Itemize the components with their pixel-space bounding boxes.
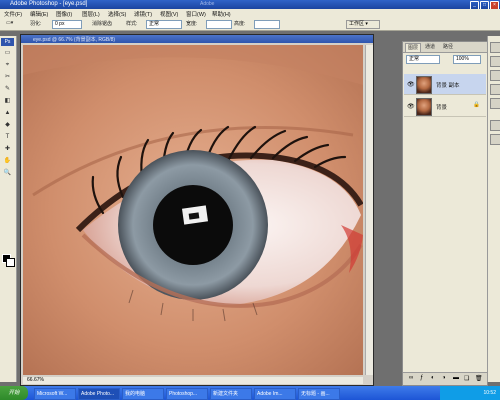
trash-icon[interactable]: 🗑 (475, 375, 483, 382)
blend-mode-select[interactable]: 正常 (406, 55, 440, 64)
eye-photo (23, 45, 363, 375)
marquee-tool-icon[interactable]: ▭▾ (6, 20, 13, 26)
dock-color-icon[interactable] (490, 56, 500, 67)
toolbox: Ps ▭ ⌖ ✂ ✎ ◧ ▲ ◆ T ✚ ✋ 🔍 (0, 36, 17, 382)
horizontal-scrollbar[interactable]: 66.67% (23, 377, 363, 384)
eye-icon[interactable]: 👁 (407, 81, 415, 88)
crop-icon[interactable]: ✂ (3, 74, 12, 81)
task-item[interactable]: 新建文件夹 (210, 388, 252, 400)
title-center-text: Adobe (200, 1, 215, 7)
fx-icon[interactable]: ƒ (420, 375, 423, 381)
height-input[interactable] (254, 20, 280, 29)
brush-icon[interactable]: ✎ (3, 86, 12, 93)
lock-icon: 🔒 (473, 102, 480, 108)
tab-channels[interactable]: 通道 (423, 43, 437, 51)
task-item[interactable]: 无标题 - 画... (298, 388, 340, 400)
task-item[interactable]: Microsoft W... (34, 388, 76, 400)
background-color-swatch[interactable] (6, 258, 15, 267)
dock-history-icon[interactable] (490, 84, 500, 95)
mask-icon[interactable]: ◐ (431, 375, 435, 381)
tab-layers[interactable]: 图层 (405, 43, 422, 52)
feather-label: 羽化: (30, 21, 42, 27)
move-icon[interactable]: ⌖ (3, 62, 12, 69)
new-layer-icon[interactable]: ❑ (464, 375, 469, 382)
blur-icon[interactable]: ▲ (3, 110, 12, 117)
options-bar: ▭▾ 羽化: 0 px 消除锯齿 样式: 正常 宽度: 高度: 工作区 ▾ (0, 17, 500, 31)
workspace-button[interactable]: 工作区 ▾ (346, 20, 380, 29)
eye-icon[interactable]: 👁 (407, 103, 415, 110)
vertical-scrollbar[interactable] (365, 45, 373, 375)
layer-thumbnail (416, 98, 432, 116)
dock-swatches-icon[interactable] (490, 70, 500, 81)
eraser-icon[interactable]: ◧ (3, 98, 12, 105)
document-title-bar: eye.psd @ 66.7% (背景副本, RGB/8) (21, 35, 373, 43)
layer-thumbnail (416, 76, 432, 94)
dock-brushes-icon[interactable] (490, 120, 500, 131)
document-window: eye.psd @ 66.7% (背景副本, RGB/8) 66.67% (20, 34, 374, 386)
image-canvas[interactable] (23, 45, 363, 375)
system-tray: 10:52 (440, 386, 500, 400)
dock-navigator-icon[interactable] (490, 42, 500, 53)
style-label: 样式: (126, 21, 138, 27)
document-title: eye.psd @ 66.7% (背景副本, RGB/8) (33, 37, 116, 43)
window-title: Adobe Photoshop - [eye.psd] (10, 1, 88, 7)
feather-input[interactable]: 0 px (52, 20, 82, 29)
layers-footer: ∞ ƒ ◐ ◑ ▬ ❑ 🗑 (403, 372, 487, 385)
task-item[interactable]: Adobe Im... (254, 388, 296, 400)
link-icon[interactable]: ∞ (409, 375, 413, 381)
adjust-icon[interactable]: ◑ (442, 375, 446, 381)
taskbar: 开始 Microsoft W... Adobe Photo... 我的电脑 Ph… (0, 386, 500, 400)
hand-icon[interactable]: ✋ (3, 158, 12, 165)
path-select-icon[interactable]: ✚ (3, 146, 12, 153)
opacity-input[interactable]: 100% (453, 55, 481, 64)
panel-tabs: 图层 通道 路径 (403, 42, 487, 53)
task-item[interactable]: Photoshop... (166, 388, 208, 400)
task-item[interactable]: 我的电脑 (122, 388, 164, 400)
dock-actions-icon[interactable] (490, 98, 500, 109)
zoom-icon[interactable]: 🔍 (3, 170, 12, 177)
height-label: 高度: (234, 21, 246, 27)
task-item[interactable]: Adobe Photo... (78, 388, 120, 400)
folder-icon[interactable]: ▬ (453, 375, 459, 381)
layer-name: 背景 (436, 105, 448, 111)
marquee-icon[interactable]: ▭ (3, 50, 12, 57)
zoom-level: 66.67% (27, 377, 44, 383)
type-icon[interactable]: T (3, 134, 12, 141)
clock: 10:52 (483, 390, 496, 396)
layer-name: 背景 副本 (436, 83, 460, 89)
antialias-checkbox[interactable]: 消除锯齿 (92, 20, 112, 27)
title-bar: Adobe Photoshop - [eye.psd] Adobe _ □ × (0, 0, 500, 10)
tab-paths[interactable]: 路径 (441, 43, 455, 51)
width-label: 宽度: (186, 21, 198, 27)
layers-panel: 图层 通道 路径 正常 100% 👁 背景 副本 👁 背景 🔒 ∞ ƒ ◐ ◑ … (402, 41, 488, 386)
layer-row-background-copy[interactable]: 👁 背景 副本 (404, 74, 486, 95)
dock-character-icon[interactable] (490, 134, 500, 145)
width-input[interactable] (206, 20, 232, 29)
panel-dock (487, 36, 500, 382)
layer-row-background[interactable]: 👁 背景 🔒 (404, 96, 486, 117)
start-button[interactable]: 开始 (0, 386, 28, 400)
pen-icon[interactable]: ◆ (3, 122, 12, 129)
ps-logo: Ps (1, 38, 14, 46)
style-select[interactable]: 正常 (146, 20, 182, 29)
